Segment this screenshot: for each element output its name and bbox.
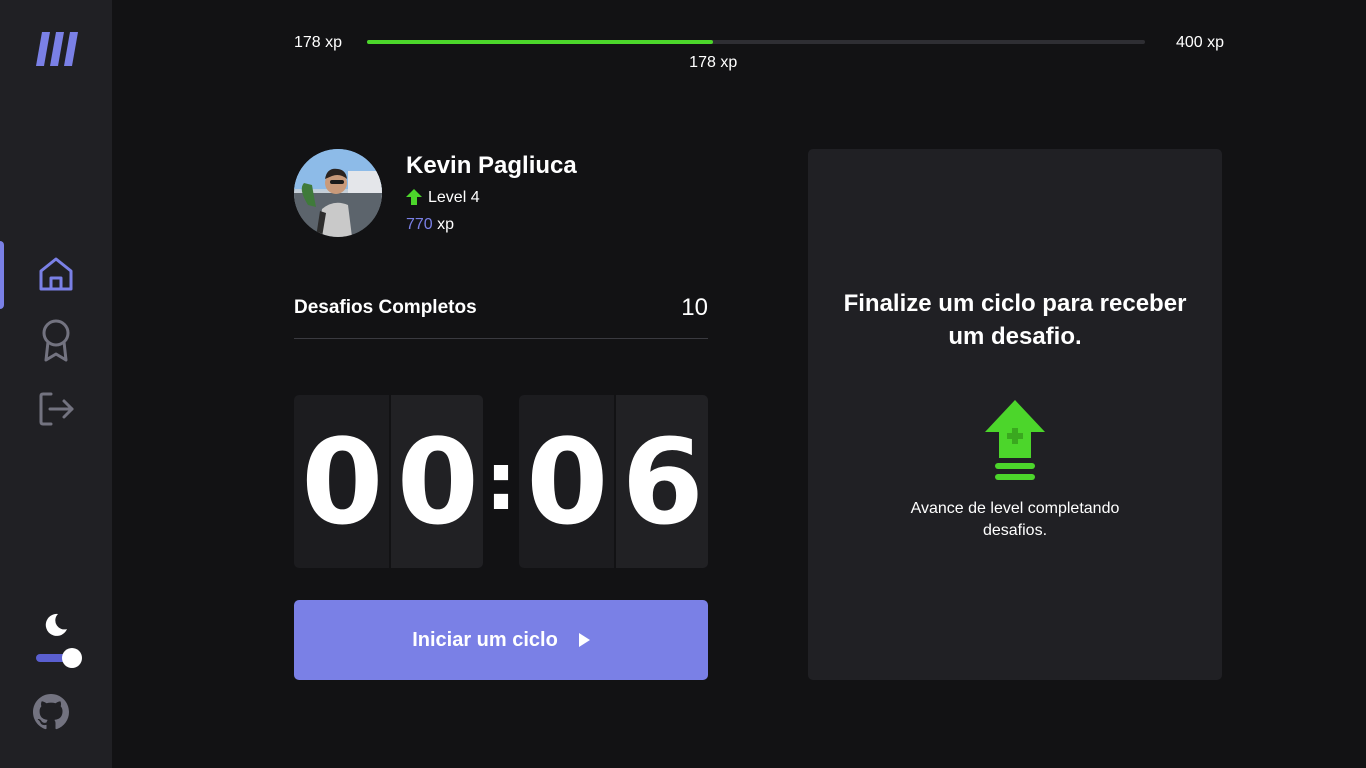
github-icon[interactable] xyxy=(33,694,69,730)
minutes-tens-digit: 0 xyxy=(294,395,389,568)
countdown-minutes: 0 0 xyxy=(294,395,483,568)
nav-ranking[interactable] xyxy=(34,318,78,362)
award-icon xyxy=(42,319,70,362)
xp-track xyxy=(367,40,1145,44)
nav-active-indicator xyxy=(0,241,4,309)
logout-icon xyxy=(39,392,74,426)
challenge-box: Finalize um ciclo para receber um desafi… xyxy=(808,149,1222,680)
countdown-separator: : xyxy=(485,435,517,528)
theme-toggle[interactable] xyxy=(36,648,82,668)
nav-home[interactable] xyxy=(34,252,78,296)
challenge-box-description: Avance de level completando desafios. xyxy=(910,500,1120,539)
start-cycle-button[interactable]: Iniciar um ciclo xyxy=(294,600,708,680)
profile-xp: 770 xp xyxy=(406,216,454,234)
nav-logout[interactable] xyxy=(34,387,78,431)
play-icon xyxy=(578,633,590,647)
profile-name: Kevin Pagliuca xyxy=(406,152,577,179)
avatar xyxy=(294,149,382,237)
profile-xp-value: 770 xyxy=(406,216,433,233)
experience-bar: 178 xp 178 xp 400 xp xyxy=(294,30,1224,76)
xp-current-label: 178 xp xyxy=(689,54,738,71)
seconds-tens-digit: 0 xyxy=(519,395,614,568)
avatar-photo xyxy=(294,149,382,237)
xp-max-label: 400 xp xyxy=(1175,34,1224,51)
seconds-ones-digit: 6 xyxy=(613,395,708,568)
sidebar xyxy=(0,0,112,768)
profile: Kevin Pagliuca Level 4 770 xp xyxy=(294,149,714,239)
challenge-box-title: Finalize um ciclo para receber um desafi… xyxy=(843,290,1187,350)
level-row: Level 4 xyxy=(406,187,480,209)
logo-icon xyxy=(36,32,78,66)
level-label: Level 4 xyxy=(428,189,480,206)
toggle-knob xyxy=(62,648,82,668)
xp-fill xyxy=(367,40,714,44)
profile-xp-unit: xp xyxy=(437,216,455,233)
moon-icon xyxy=(45,613,67,636)
home-icon xyxy=(39,257,73,291)
completed-challenges: Desafios Completos 10 xyxy=(294,292,708,339)
completed-challenges-label: Desafios Completos xyxy=(294,297,477,318)
start-cycle-label: Iniciar um ciclo xyxy=(412,628,558,651)
minutes-ones-digit: 0 xyxy=(388,395,483,568)
level-up-icon xyxy=(985,400,1045,480)
completed-challenges-count: 10 xyxy=(681,294,708,321)
level-up-arrow-icon xyxy=(406,189,422,205)
countdown-seconds: 0 6 xyxy=(519,395,708,568)
countdown: 0 0 : 0 6 xyxy=(294,395,708,568)
xp-min-label: 178 xp xyxy=(294,34,343,51)
